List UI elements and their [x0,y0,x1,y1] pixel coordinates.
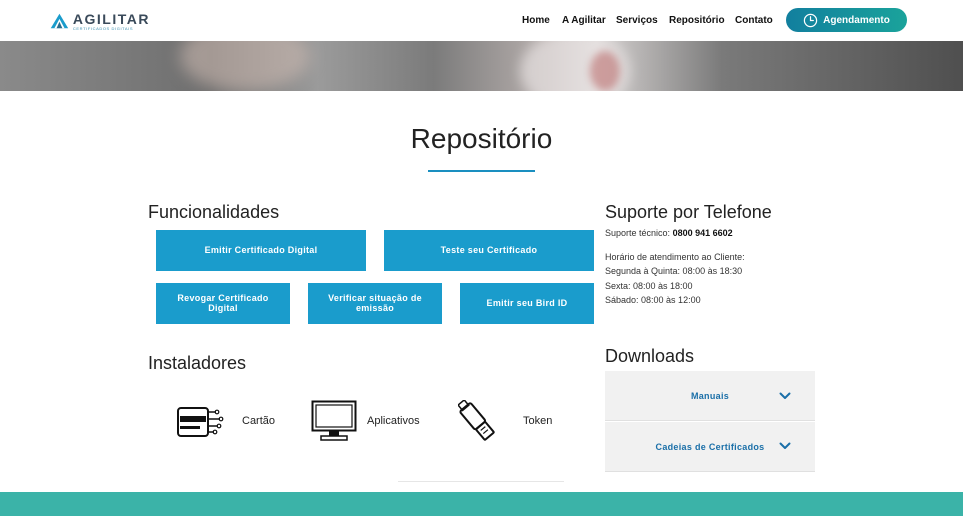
installers-divider [398,481,564,482]
monitor-icon [311,400,357,441]
accordion-manuais[interactable]: Manuais [605,371,815,421]
nav-repositorio[interactable]: Repositório [669,15,725,26]
emitir-certificado-button[interactable]: Emitir Certificado Digital [156,230,366,271]
nav-home[interactable]: Home [522,15,550,26]
site-header: AGILITAR CERTIFICADOS DIGITAIS Home A Ag… [0,0,963,41]
horario-sexta: Sexta: 08:00 às 18:00 [605,281,693,291]
accordion-cadeias[interactable]: Cadeias de Certificados [605,422,815,472]
funcionalidades-heading: Funcionalidades [148,202,280,222]
suporte-tecnico-phone[interactable]: 0800 941 6602 [673,228,733,238]
brand-tagline: CERTIFICADOS DIGITAIS [72,25,134,31]
nav-a-agilitar[interactable]: A Agilitar [562,15,606,26]
teste-certificado-button[interactable]: Teste seu Certificado [384,230,594,271]
horario-sabado: Sábado: 08:00 às 12:00 [605,295,701,305]
installer-cartao-label: Cartão [242,415,276,427]
instaladores-heading: Instaladores [148,353,247,373]
installer-aplicativos-label: Aplicativos [367,415,420,427]
agendamento-button[interactable]: Agendamento [786,8,907,32]
verificar-emissao-button[interactable]: Verificar situação de emissão [308,283,442,324]
page-title: Repositório [410,123,553,154]
brand-logo[interactable]: AGILITAR CERTIFICADOS DIGITAIS [50,9,150,33]
suporte-tecnico-label: Suporte técnico: [605,228,671,238]
nav-servicos[interactable]: Serviços [616,15,658,26]
nav-contato[interactable]: Contato [735,15,773,26]
logo-mark-icon [50,13,69,29]
installer-aplicativos[interactable]: Aplicativos [311,400,420,442]
chevron-down-icon [779,442,791,449]
footer-strip [0,492,963,516]
chevron-down-icon [779,392,791,399]
brand-name: AGILITAR [72,10,150,27]
suporte-heading: Suporte por Telefone [605,202,772,222]
installer-token[interactable]: Token [458,400,552,442]
revogar-certificado-button[interactable]: Revogar Certificado Digital [156,283,290,324]
suporte-tecnico: Suporte técnico: 0800 941 6602 [605,228,733,238]
downloads-heading: Downloads [605,346,695,366]
accordion-manuais-label: Manuais [690,390,730,401]
card-reader-icon [177,407,224,437]
installer-token-label: Token [523,415,553,427]
usb-token-icon [458,400,495,441]
title-underline [428,170,535,172]
emitir-bird-id-button[interactable]: Emitir seu Bird ID [460,283,594,324]
installer-cartao[interactable]: Cartão [176,402,275,440]
horario-title: Horário de atendimento ao Cliente: [605,252,745,262]
agendamento-label: Agendamento [823,14,890,26]
accordion-cadeias-label: Cadeias de Certificados [655,441,765,452]
clock-icon [803,13,818,27]
horario-segunda-quinta: Segunda à Quinta: 08:00 às 18:30 [605,266,743,276]
hero-banner-image [0,41,963,91]
